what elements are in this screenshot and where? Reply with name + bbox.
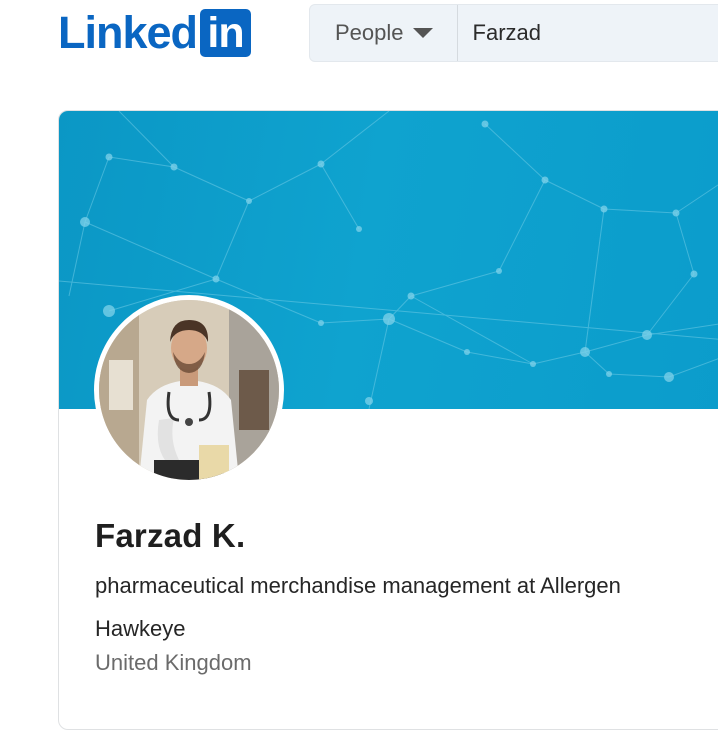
search-input[interactable] <box>457 4 715 62</box>
profile-avatar[interactable] <box>94 295 284 485</box>
search-bar: People <box>309 4 718 62</box>
avatar-photo <box>99 300 279 480</box>
caret-down-icon <box>412 28 433 38</box>
search-type-dropdown[interactable]: People <box>310 5 458 61</box>
logo-in-box: in <box>200 9 252 57</box>
search-type-label: People <box>335 20 404 45</box>
logo-wordmark: Linked <box>58 7 198 58</box>
linkedin-logo[interactable]: Linked in <box>58 7 252 58</box>
profile-name: Farzad K. <box>95 517 246 554</box>
profile-headline: pharmaceutical merchandise management at… <box>95 573 621 641</box>
profile-location: United Kingdom <box>95 650 252 675</box>
